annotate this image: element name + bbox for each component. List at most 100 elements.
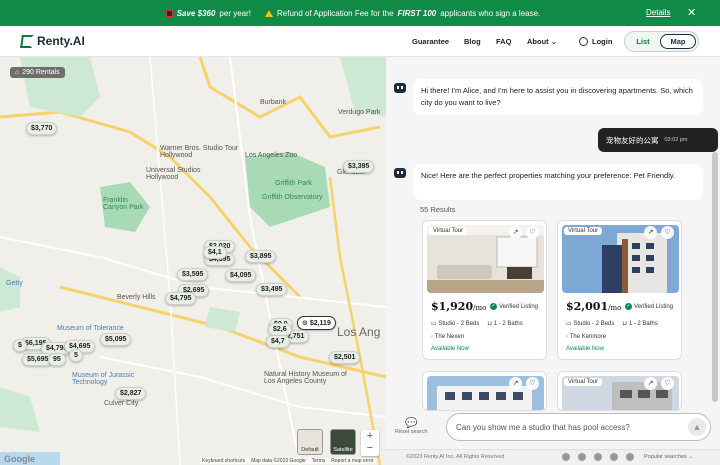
popular-searches-dropdown[interactable]: Popular searches ⌄ <box>644 454 693 460</box>
keyboard-shortcuts-link[interactable]: Keyboard shortcuts <box>202 458 245 464</box>
check-icon: ✓ <box>625 303 632 310</box>
price-pin-label: $2,119 <box>309 320 331 327</box>
home-icon[interactable] <box>562 453 570 461</box>
zoom-in-button[interactable]: + <box>361 430 379 442</box>
share-icon[interactable]: ↗ <box>509 226 522 239</box>
login-button[interactable]: Login <box>579 37 612 46</box>
promo-refund: Refund of Application Fee for the FIRST … <box>265 9 540 18</box>
share-icon[interactable]: ↗ <box>644 377 657 390</box>
price-pin[interactable]: $2,501 <box>329 351 361 364</box>
instagram-icon[interactable] <box>610 453 618 461</box>
view-toggle: List Map <box>624 31 699 52</box>
promo-save: Save $360 per year! <box>165 8 251 18</box>
price-pin[interactable]: $3,595 <box>177 268 209 281</box>
price-pin[interactable]: $4,795 <box>165 292 197 305</box>
bot-greeting-message: Hi there! I'm Alice, and I'm here to ass… <box>413 79 703 115</box>
heart-icon[interactable]: ♡ <box>526 377 539 390</box>
zoom-control: + − <box>361 430 379 456</box>
chat-scrollbar[interactable] <box>712 152 718 402</box>
price-pin[interactable]: $5,095 <box>100 333 132 346</box>
price-value: $1,920 <box>431 300 474 313</box>
nav-blog[interactable]: Blog <box>464 37 481 46</box>
map-type-satellite-button[interactable]: Satellite <box>330 429 356 455</box>
top-navigation: Renty.AI Guarantee Blog FAQ About ⌄ Logi… <box>0 26 720 57</box>
logo[interactable]: Renty.AI <box>20 34 85 48</box>
price-pin[interactable]: $4,095 <box>225 269 257 282</box>
reset-search-button[interactable]: 💬 Reset search <box>395 418 427 435</box>
verified-listing-badge: ✓ Verified Listing <box>625 303 673 310</box>
nav-guarantee[interactable]: Guarantee <box>412 37 449 46</box>
verified-label: Verified Listing <box>499 303 539 310</box>
nav-about[interactable]: About ⌄ <box>527 37 557 46</box>
price-pin[interactable]: $3,395 <box>343 160 375 173</box>
heart-icon[interactable]: ♡ <box>661 377 674 390</box>
linkedin-icon[interactable] <box>626 453 634 461</box>
pin-marker-icon: ⊙ <box>302 320 310 327</box>
logo-icon <box>20 34 34 48</box>
map-panel[interactable]: ⌂ 290 Rentals Burbank Verdugo Park Warne… <box>0 57 386 465</box>
building-label: The Kenmore <box>569 334 607 340</box>
place-label: Getty <box>6 280 23 287</box>
logo-text: Renty.AI <box>37 34 85 48</box>
check-icon: ✓ <box>490 303 497 310</box>
place-label: Warner Bros. Studio Tour Hollywood <box>160 145 239 159</box>
price-pin[interactable]: $4,7 <box>266 335 290 348</box>
promo-amount: Save $360 <box>176 8 216 18</box>
building-label: The Nexen <box>434 334 465 340</box>
refund-highlight: FIRST 100 <box>397 8 437 18</box>
building-name: ◦ The Kenmore <box>566 334 606 340</box>
place-label: Griffith Observatory <box>262 194 323 201</box>
price-pin[interactable]: $2,827 <box>115 387 147 400</box>
heart-icon[interactable]: ♡ <box>526 226 539 239</box>
price-pin[interactable]: $ <box>13 339 27 352</box>
place-label: Beverly Hills <box>117 294 156 301</box>
price-pin[interactable]: $3,770 <box>26 122 58 135</box>
details-link[interactable]: Details <box>646 8 670 17</box>
facebook-icon[interactable] <box>578 453 586 461</box>
place-label: Griffith Park <box>275 180 312 187</box>
price-pin[interactable]: $3,895 <box>245 250 277 263</box>
promo-suffix: per year! <box>219 8 251 18</box>
listing-card[interactable]: Virtual Tour ↗ ♡ $1,920/mo ✓ Verified Lis… <box>422 220 547 360</box>
rentals-count-badge[interactable]: ⌂ 290 Rentals <box>10 67 65 78</box>
list-view-button[interactable]: List <box>629 34 657 49</box>
beds-info: ▭ Studio - 2 Beds <box>431 320 479 327</box>
price-pin[interactable]: 5 <box>69 349 83 362</box>
price-pin[interactable]: 95 <box>48 353 66 366</box>
close-banner-icon[interactable]: ✕ <box>687 6 696 19</box>
share-icon[interactable]: ↗ <box>509 377 522 390</box>
copyright: ©2023 Renty.AI Inc. All Rights Reserved <box>406 454 505 460</box>
refund-suffix: applicants who sign a lease. <box>440 8 541 18</box>
user-message: 宠物友好的公寓 03:02 pm <box>598 128 718 152</box>
results-count: 55 Results <box>420 205 456 214</box>
google-logo: Google <box>4 454 35 464</box>
user-message-time: 03:02 pm <box>664 137 688 143</box>
report-error-link[interactable]: Report a map error <box>331 458 373 464</box>
send-icon[interactable]: ▲ <box>688 418 706 436</box>
place-label: Los Ang <box>337 325 381 339</box>
zoom-out-button[interactable]: − <box>361 442 379 454</box>
chat-reset-icon: 💬 <box>404 418 418 429</box>
listing-specs: ▭ Studio - 2 Beds ⊔ 1 - 2 Baths <box>431 320 523 327</box>
baths-label: 1 - 2 Baths <box>628 321 658 327</box>
map-view-button[interactable]: Map <box>660 34 696 49</box>
price-pin[interactable]: $3,495 <box>256 283 288 296</box>
chat-input[interactable]: Can you show me a studio that has pool a… <box>446 413 711 441</box>
nav-faq[interactable]: FAQ <box>496 37 511 46</box>
promo-banner: Save $360 per year! Refund of Applicatio… <box>0 0 720 26</box>
listing-price: $1,920/mo <box>431 300 486 313</box>
price-pin-selected[interactable]: ⊙ $2,119 <box>297 316 336 330</box>
terms-link[interactable]: Terms <box>312 458 326 464</box>
listing-card[interactable]: Virtual Tour ↗ ♡ <box>557 371 682 411</box>
map-type-default-button[interactable]: Default <box>297 429 323 455</box>
listing-card[interactable]: Virtual Tour ↗ ♡ $2,001/mo ✓ Verified Lis… <box>557 220 682 360</box>
verified-label: Verified Listing <box>634 303 674 310</box>
user-message-text: 宠物友好的公寓 <box>606 135 659 145</box>
twitter-icon[interactable] <box>594 453 602 461</box>
price-pin[interactable]: $4,1 <box>203 246 227 259</box>
listing-card[interactable]: ↗ ♡ <box>422 371 547 411</box>
place-label: Culver City <box>104 400 139 407</box>
share-icon[interactable]: ↗ <box>644 226 657 239</box>
heart-icon[interactable]: ♡ <box>661 226 674 239</box>
baths-info: ⊔ 1 - 2 Baths <box>487 320 522 327</box>
